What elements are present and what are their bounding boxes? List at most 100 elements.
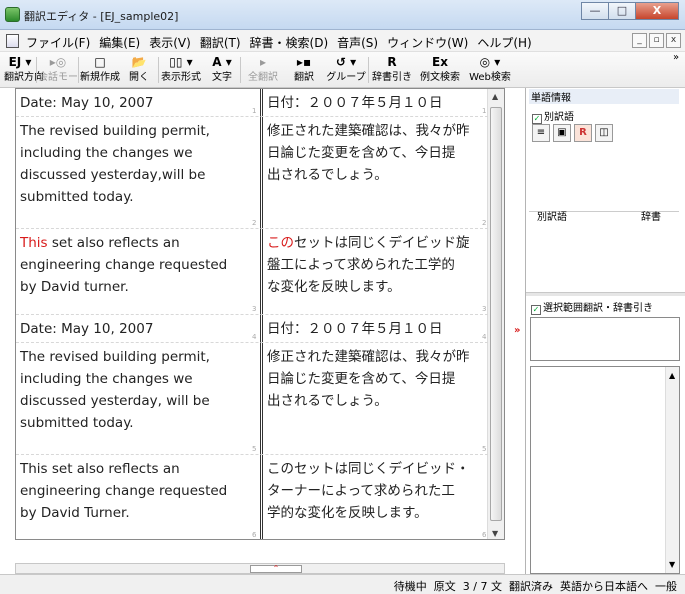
segment-row[interactable]: The revised building permit, including t…: [16, 117, 488, 229]
menu-item[interactable]: 表示(V): [149, 34, 191, 51]
source-text[interactable]: Date: May 10, 2007: [20, 92, 252, 114]
source-text[interactable]: This set also reflects an engineering ch…: [20, 458, 252, 524]
toolbar-button-label: 辞書引き: [372, 72, 412, 83]
translation-editor[interactable]: ▲ ▼ Date: May 10, 2007 日付：２００７年５月１０日 1 1 The…: [15, 88, 505, 540]
source-text[interactable]: Date: May 10, 2007: [20, 318, 252, 340]
segment-number: 4: [482, 333, 487, 341]
example-search-icon: Ex: [432, 55, 448, 69]
translation-sentence: セットは同じくデイビッド旋 盤工によって求められた工学的 な変化を反映します。: [267, 235, 470, 295]
toolbar-button[interactable]: EJ ▾ 翻訳方向: [4, 54, 44, 86]
segment-row[interactable]: This set also reflects an engineering ch…: [16, 229, 488, 315]
checkbox-icon[interactable]: ✓: [531, 305, 541, 315]
toolbar-separator: [368, 57, 369, 83]
pane-toggle-icon[interactable]: »: [514, 325, 520, 336]
toolbar-button[interactable]: ▸▪ 翻訳: [286, 54, 322, 86]
toolbar-button-label: 開く: [129, 72, 149, 83]
source-text[interactable]: This set also reflects an engineering ch…: [20, 232, 252, 298]
mdi-minimize-button[interactable]: _: [632, 33, 647, 48]
pane-separator[interactable]: [526, 292, 685, 296]
highlighted-word[interactable]: この: [267, 235, 294, 251]
status-item: 原文: [433, 580, 456, 593]
toolbar-button[interactable]: ◎ ▾ Web検索: [466, 54, 514, 86]
dictionary-column: 辞書: [641, 212, 661, 223]
toolbar-button[interactable]: ▸◎ 会話モード: [38, 54, 88, 86]
splitter-handle-icon[interactable]: ⌃: [250, 565, 302, 573]
segment-row[interactable]: Date: May 10, 2007 日付：２００７年５月１０日 1 1: [16, 89, 488, 117]
toolbar-overflow-icon[interactable]: »: [670, 52, 682, 84]
translation-text[interactable]: 修正された建築確認は、我々が昨 日論じた変更を含めて、今日提 出されるでしょう。: [267, 346, 487, 412]
editor-vertical-scrollbar[interactable]: ▲ ▼: [487, 89, 504, 539]
segment-number: 5: [252, 445, 257, 453]
translation-text[interactable]: このセットは同じくデイビッド旋 盤工によって求められた工学的 な変化を反映します…: [267, 232, 487, 298]
highlighted-word[interactable]: This: [20, 235, 48, 251]
word-tool-d-icon[interactable]: ◫: [595, 124, 613, 142]
menu-item[interactable]: 音声(S): [337, 34, 378, 51]
translation-sentence: 日付：２００７年５月１０日: [267, 321, 443, 337]
alt-word-label: 別訳語: [544, 112, 574, 123]
maximize-button[interactable]: □: [608, 2, 635, 20]
menu-item[interactable]: ヘルプ(H): [477, 34, 531, 51]
alt-word-checkbox[interactable]: ✓ 別訳語: [532, 108, 574, 124]
toolbar-button[interactable]: ↺ ▾ グループ: [324, 54, 368, 86]
minimize-button[interactable]: —: [581, 2, 608, 20]
translation-text[interactable]: 日付：２００７年５月１０日: [267, 92, 487, 114]
source-sentence: set also reflects an engineering change …: [20, 235, 228, 295]
toolbar-button[interactable]: 📂 開く: [122, 54, 156, 86]
checkbox-icon[interactable]: ✓: [532, 114, 542, 124]
toolbar-button[interactable]: R 辞書引き: [370, 54, 414, 86]
source-text[interactable]: The revised building permit, including t…: [20, 120, 252, 208]
toolbar-separator: [78, 57, 79, 83]
word-tool-c-icon[interactable]: R: [574, 124, 592, 142]
toolbar-button[interactable]: □ 新規作成: [80, 54, 120, 86]
word-tool-b-icon[interactable]: ▣: [553, 124, 571, 142]
toolbar-separator: [240, 57, 241, 83]
toolbar-button-label: 翻訳方向: [4, 72, 44, 83]
segment-number: 6: [252, 531, 257, 539]
selection-translate-checkbox[interactable]: ✓ 選択範囲翻訳・辞書引き: [531, 299, 653, 315]
source-sentence: Date: May 10, 2007: [20, 95, 154, 111]
menu-item[interactable]: 翻訳(T): [200, 34, 241, 51]
editor-splitter-bar[interactable]: ⌃: [15, 563, 505, 574]
segment-row[interactable]: This set also reflects an engineering ch…: [16, 455, 488, 539]
menu-item[interactable]: 編集(E): [99, 34, 140, 51]
toolbar-button-label: 例文検索: [420, 72, 460, 83]
toolbar-separator: [36, 57, 37, 83]
document-icon[interactable]: [6, 34, 19, 48]
selection-translate-label: 選択範囲翻訳・辞書引き: [543, 303, 653, 314]
scroll-down-icon[interactable]: ▼: [669, 560, 675, 569]
scroll-thumb[interactable]: [490, 107, 502, 521]
menu-item[interactable]: ウィンドウ(W): [387, 34, 468, 51]
toolbar-button-label: 文字: [212, 72, 232, 83]
dictionary-lookup-icon: R: [387, 55, 397, 69]
translation-text[interactable]: このセットは同じくデイビッド・ ターナーによって求められた工 学的な変化を反映し…: [267, 458, 487, 524]
menu-item[interactable]: ファイル(F): [26, 34, 90, 51]
selection-input-box[interactable]: [530, 317, 680, 361]
mdi-restore-button[interactable]: ▫: [649, 33, 664, 48]
source-text[interactable]: The revised building permit, including t…: [20, 346, 252, 434]
result-scrollbar[interactable]: ▲ ▼: [665, 367, 679, 573]
toolbar-button[interactable]: Ex 例文検索: [416, 54, 464, 86]
dictionary-header: 別訳語 辞書: [529, 208, 679, 223]
translation-sentence: 修正された建築確認は、我々が昨 日論じた変更を含めて、今日提 出されるでしょう。: [267, 349, 470, 409]
alt-word-column: 別訳語: [537, 212, 567, 223]
word-tool-a-icon[interactable]: ≡: [532, 124, 550, 142]
toolbar-button[interactable]: A ▾ 文字: [204, 54, 240, 86]
toolbar-button[interactable]: ▯▯ ▾ 表示形式: [160, 54, 202, 86]
scroll-up-icon[interactable]: ▲: [492, 92, 498, 101]
toolbar-button[interactable]: ▸ 全翻訳: [242, 54, 284, 86]
status-item: 英語から日本語へ: [560, 580, 648, 593]
segment-row[interactable]: Date: May 10, 2007 日付：２００７年５月１０日 4 4: [16, 315, 488, 343]
scroll-up-icon[interactable]: ▲: [669, 371, 675, 380]
translation-text[interactable]: 日付：２００７年５月１０日: [267, 318, 487, 340]
mdi-close-button[interactable]: x: [666, 33, 681, 48]
segment-number: 1: [482, 107, 487, 115]
close-button[interactable]: X: [635, 2, 679, 20]
display-format-icon: ▯▯ ▾: [169, 55, 193, 69]
segment-row[interactable]: The revised building permit, including t…: [16, 343, 488, 455]
web-search-icon: ◎ ▾: [479, 55, 501, 69]
translation-text[interactable]: 修正された建築確認は、我々が昨 日論じた変更を含めて、今日提 出されるでしょう。: [267, 120, 487, 186]
title-bar: 翻訳エディタ - [EJ_sample02] — □ X: [0, 0, 685, 30]
selection-result-box[interactable]: ▲ ▼: [530, 366, 680, 574]
scroll-down-icon[interactable]: ▼: [492, 529, 498, 538]
menu-item[interactable]: 辞書・検索(D): [250, 34, 329, 51]
